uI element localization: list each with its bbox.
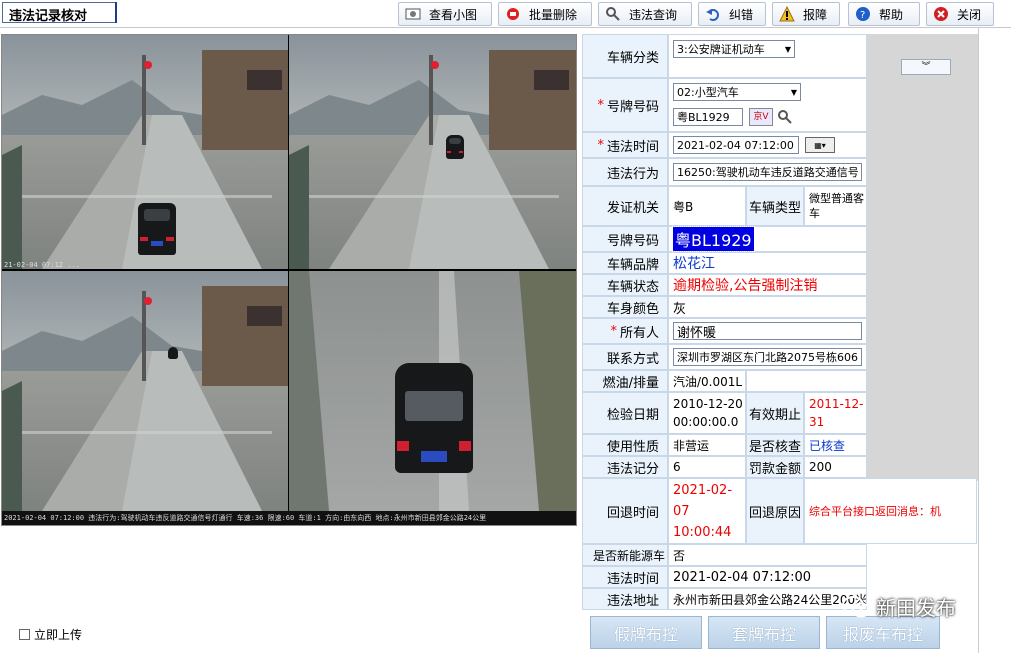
vehicle-category-label: 车辆分类 — [582, 34, 668, 78]
view-thumbnail-button[interactable]: 查看小图 — [398, 2, 492, 26]
vehicle — [138, 203, 176, 255]
thumbnail-icon — [405, 6, 421, 22]
violation-time-label: 违法时间 — [606, 139, 659, 155]
photo-frame-1[interactable]: 21-02-04 07:12 ... — [2, 35, 288, 269]
vehicle-type-label: 车辆类型 — [746, 186, 804, 226]
photo-frame-2[interactable] — [289, 35, 576, 269]
status-value: 逾期检验,公告强制注销 — [668, 274, 867, 296]
fuel-blank — [746, 370, 867, 392]
vehicle — [168, 347, 178, 359]
photo-closeup[interactable] — [289, 271, 576, 511]
calendar-icon[interactable]: ▦▾ — [805, 137, 835, 153]
color-value: 灰 — [668, 296, 867, 318]
expand-button[interactable]: ︾ — [901, 59, 951, 75]
violation-time2-label: 违法时间 — [582, 566, 668, 588]
color-label: 车身颜色 — [582, 296, 668, 318]
vehicle — [446, 135, 464, 159]
right-margin — [978, 28, 1011, 653]
watermark: 新田发布 — [842, 592, 956, 621]
points-value: 6 — [668, 456, 746, 478]
window-title: 违法记录核对 — [2, 2, 117, 24]
brand-label: 车辆品牌 — [582, 252, 668, 274]
photo-frame-3[interactable] — [2, 271, 288, 511]
new-energy-value: 否 — [668, 544, 867, 566]
owner-input[interactable]: 谢怀暖 — [673, 322, 862, 340]
issuer-label: 发证机关 — [582, 186, 668, 226]
return-time-value: 2021-02-07 10:00:44 — [668, 478, 746, 544]
chevron-down-icon: ▼ — [784, 44, 791, 54]
help-icon: ? — [855, 6, 871, 22]
new-energy-label: 是否新能源车 — [582, 544, 668, 566]
upload-now-checkbox[interactable]: 立即上传 — [19, 626, 82, 643]
violation-photo-panel[interactable]: 21-02-04 07:12 ... 2021-02-04 07:12:00 违… — [1, 34, 577, 526]
plate-label: 号牌号码 — [606, 99, 659, 115]
verified-value: 已核查 — [804, 434, 867, 456]
plate-keyboard-icon[interactable]: 京V — [749, 108, 773, 126]
brand-value: 松花江 — [668, 252, 867, 274]
inspect-date-label: 检验日期 — [582, 392, 668, 434]
magnifier-icon[interactable] — [777, 109, 793, 128]
valid-until-value: 2011-12-31 — [804, 392, 867, 434]
search-icon — [605, 6, 621, 22]
location-value: 永州市新田县郊金公路24公里200米 — [668, 588, 867, 610]
help-button[interactable]: ? 帮助 — [848, 2, 920, 26]
plate-type-select[interactable]: 02:小型汽车 ▼ — [673, 83, 801, 101]
contact-label: 联系方式 — [582, 344, 668, 370]
delete-icon — [505, 6, 521, 22]
violation-time-input[interactable]: 2021-02-04 07:12:00 — [673, 136, 799, 154]
location-label: 违法地址 — [582, 588, 668, 610]
correct-button[interactable]: 纠错 — [698, 2, 766, 26]
return-time-label: 回退时间 — [582, 478, 668, 544]
batch-delete-button[interactable]: 批量删除 — [498, 2, 592, 26]
undo-icon — [705, 6, 721, 22]
violation-act-label: 违法行为 — [582, 158, 668, 186]
close-icon — [933, 6, 949, 22]
warning-icon — [779, 5, 795, 22]
vehicle-type-value: 微型普通客车 — [804, 186, 867, 226]
report-fault-button[interactable]: 报障 — [772, 2, 840, 26]
plate-no-label: 号牌号码 — [582, 226, 668, 252]
issuer-value: 粤B — [668, 186, 746, 226]
return-reason-value: 综合平台接口返回消息：机 — [804, 478, 977, 544]
plate-input[interactable]: 粤BL1929 — [673, 108, 743, 126]
fake-plate-control-button[interactable]: 假牌布控 — [590, 616, 702, 649]
vehicle-closeup — [395, 363, 473, 473]
photo-caption: 2021-02-04 07:12:00 违法行为:驾驶机动车违反道路交通信号灯通… — [2, 511, 576, 525]
fine-label: 罚款金额 — [746, 456, 804, 478]
return-reason-label: 回退原因 — [746, 478, 804, 544]
fine-value: 200 — [804, 456, 867, 478]
double-chevron-down-icon: ︾ — [921, 62, 931, 72]
wechat-icon — [842, 595, 870, 618]
owner-label: 所有人 — [619, 325, 659, 341]
inspect-date-value: 2010-12-20 00:00:00.0 — [668, 392, 746, 434]
svg-text:?: ? — [860, 10, 865, 21]
points-label: 违法记分 — [582, 456, 668, 478]
status-label: 车辆状态 — [582, 274, 668, 296]
verified-label: 是否核查 — [746, 434, 804, 456]
close-button[interactable]: 关闭 — [926, 2, 994, 26]
contact-input[interactable]: 深圳市罗湖区东门北路2075号栋606 — [673, 348, 862, 366]
violation-act-input[interactable]: 16250:驾驶机动车违反道路交通信号 — [673, 163, 862, 181]
usage-value: 非营运 — [668, 434, 746, 456]
fuel-value: 汽油/0.001L — [668, 370, 746, 392]
violation-time2-value: 2021-02-04 07:12:00 — [668, 566, 867, 588]
side-panel — [867, 34, 978, 481]
plate-no-value: 粤BL1929 — [672, 226, 755, 252]
valid-until-label: 有效期止 — [746, 392, 804, 434]
vehicle-category-select[interactable]: 3:公安牌证机动车 ▼ — [673, 40, 795, 58]
checkbox-box[interactable] — [19, 629, 30, 640]
toolbar: 违法记录核对 查看小图 批量删除 违法查询 纠错 报障 ? 帮助 关闭 — [0, 0, 1011, 28]
chevron-down-icon: ▼ — [790, 87, 797, 97]
fuel-label: 燃油/排量 — [582, 370, 668, 392]
violation-query-button[interactable]: 违法查询 — [598, 2, 692, 26]
usage-label: 使用性质 — [582, 434, 668, 456]
cloned-plate-control-button[interactable]: 套牌布控 — [708, 616, 820, 649]
